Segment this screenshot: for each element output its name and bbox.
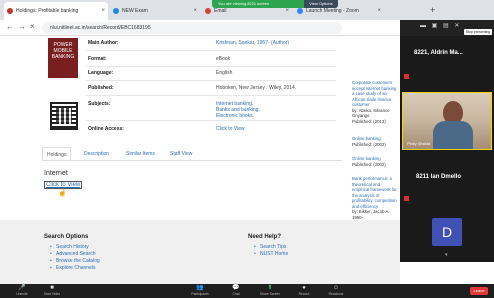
close-icon[interactable]: × <box>101 2 105 20</box>
qr-code-icon <box>50 102 78 130</box>
participant-name: 8221, Aldrin Ma... <box>414 50 463 56</box>
footer-link[interactable]: Explore Channels <box>50 265 96 271</box>
share-banner: You are viewing 8221 screen View Options <box>212 0 338 8</box>
field-label: Subjects: <box>88 101 111 107</box>
participant-video[interactable]: Pinky Shukla <box>402 92 492 150</box>
hand-cursor-icon: ☝ <box>58 190 67 197</box>
toolbar-label: Participants <box>191 292 209 296</box>
toolbar-label: Reactions <box>328 292 344 296</box>
similar-item-title[interactable]: Corporate customers accept internet bank… <box>352 80 398 108</box>
participants-icon: 👥 <box>196 285 204 291</box>
field-label: Online Access: <box>88 126 124 132</box>
view-options-button[interactable]: View Options <box>304 0 338 8</box>
search-options-heading: Search Options <box>44 234 89 240</box>
need-help-heading: Need Help? <box>248 234 282 240</box>
video-icon: ■ <box>50 285 54 291</box>
field-label: Language: <box>88 70 114 76</box>
tab-title: Launch Meeting - Zoom <box>306 8 359 14</box>
footer-link[interactable]: Advanced Search <box>50 251 96 257</box>
similar-item-published: Published: (2002) <box>352 141 386 147</box>
field-label: Published: <box>88 85 114 91</box>
field-value: English <box>216 70 233 76</box>
footer-link[interactable]: Search History <box>50 244 89 250</box>
field-label: Main Author: <box>88 40 119 46</box>
close-icon[interactable]: × <box>193 2 197 20</box>
stop-presenting-button[interactable]: Stop presenting <box>464 29 492 35</box>
footer-link[interactable]: NUST Home <box>254 251 288 257</box>
zoom-toolbar: 🎤 Unmute ■ Start Video 👥 Participants 💬 … <box>0 284 494 298</box>
zoom-gallery-panel: ▬ ▣ ▤ ✕ Stop presenting 8221, Aldrin Ma.… <box>400 20 494 262</box>
tab-holdings[interactable]: Holdings: Profitable banking × <box>4 2 108 20</box>
tab-title: Email <box>214 8 227 14</box>
page-footer: Search Options Search History Advanced S… <box>0 220 400 284</box>
tab-description[interactable]: Description <box>80 147 113 161</box>
field-value: eBook <box>216 56 231 62</box>
chevron-down-icon[interactable]: ▾ <box>445 252 448 258</box>
cover-title: POWER MOBILE BANKING <box>51 42 75 60</box>
url-field[interactable]: nlui.nitlinet.ac.in/search/Record/EBC168… <box>42 22 342 34</box>
tab-title: Holdings: Profitable banking <box>16 8 79 14</box>
close-icon[interactable]: × <box>377 2 381 20</box>
participant-name: 8211 Ian Dmello <box>416 174 462 180</box>
footer-link[interactable]: Browse the Catalog <box>50 258 100 264</box>
close-icon[interactable]: × <box>30 22 35 31</box>
plus-icon[interactable]: + <box>430 2 435 18</box>
similar-item-published: Published: (2013) <box>352 118 386 124</box>
tab-title: NEW Exam <box>122 8 148 14</box>
zoom-favicon-icon <box>297 8 303 14</box>
mail-favicon-icon <box>205 8 211 14</box>
share-banner-text: You are viewing 8221 screen <box>218 1 270 6</box>
doc-favicon-icon <box>113 8 119 14</box>
tab-exam[interactable]: NEW Exam × <box>110 2 200 20</box>
muted-icon <box>404 196 409 201</box>
participants-button[interactable]: 👥 Participants <box>180 284 220 297</box>
view-toggle-icons[interactable]: ▬ ▣ ▤ ✕ <box>420 22 461 29</box>
participant-name: Pinky Shukla <box>407 141 431 146</box>
field-label: Format: <box>88 56 107 62</box>
record-page: POWER MOBILE BANKING Main Author: Krishn… <box>0 36 400 284</box>
footer-link[interactable]: Search Tips <box>254 244 287 250</box>
click-to-view-link[interactable]: Click to View <box>44 181 83 189</box>
similar-item[interactable]: Online banking Published: (2002) <box>352 136 398 147</box>
screen: Holdings: Profitable banking × NEW Exam … <box>0 0 494 298</box>
tab-similar-items[interactable]: Similar Items <box>122 147 159 161</box>
similar-item[interactable]: Bank performance: a theoretical and empi… <box>352 176 398 226</box>
forward-icon[interactable]: → <box>18 22 26 31</box>
reactions-button[interactable]: ☺ Reactions <box>316 284 356 297</box>
back-icon[interactable]: ← <box>6 22 14 31</box>
author-link[interactable]: Krishnan, Sankar, 1957- (Author) <box>216 40 289 46</box>
zoom-panel-header: ▬ ▣ ▤ ✕ Stop presenting <box>400 20 494 36</box>
similar-item[interactable]: Online banking Published: (2002) <box>352 156 398 167</box>
toolbar-label: Start Video <box>43 292 61 296</box>
similar-item-author: by: Abeka, Silvance Onyango <box>352 107 390 119</box>
start-video-button[interactable]: ■ Start Video <box>32 284 72 297</box>
field-value: Hoboken, New Jersey : Wiley, 2014. <box>216 85 297 91</box>
online-access-link[interactable]: Click to View <box>216 126 245 132</box>
avatar[interactable]: D <box>432 218 462 246</box>
tab-holdings-record[interactable]: Holdings <box>42 147 72 161</box>
book-cover: POWER MOBILE BANKING <box>48 38 78 78</box>
subject-link[interactable]: Electronic books. <box>216 113 254 119</box>
library-favicon-icon <box>7 8 13 14</box>
similar-item-author: by: Bikker, Jacob A., 1950- <box>352 209 391 220</box>
reactions-icon: ☺ <box>332 285 340 291</box>
leave-button[interactable]: Leave <box>470 287 488 295</box>
similar-item[interactable]: Corporate customers accept internet bank… <box>352 80 398 124</box>
muted-icon <box>404 74 409 79</box>
similar-item-published: Published: (2002) <box>352 161 386 167</box>
holdings-heading: Internet <box>44 170 68 177</box>
similar-item-title[interactable]: Bank performance: a theoretical and empi… <box>352 176 398 209</box>
tab-staff-view[interactable]: Staff View <box>166 147 196 161</box>
